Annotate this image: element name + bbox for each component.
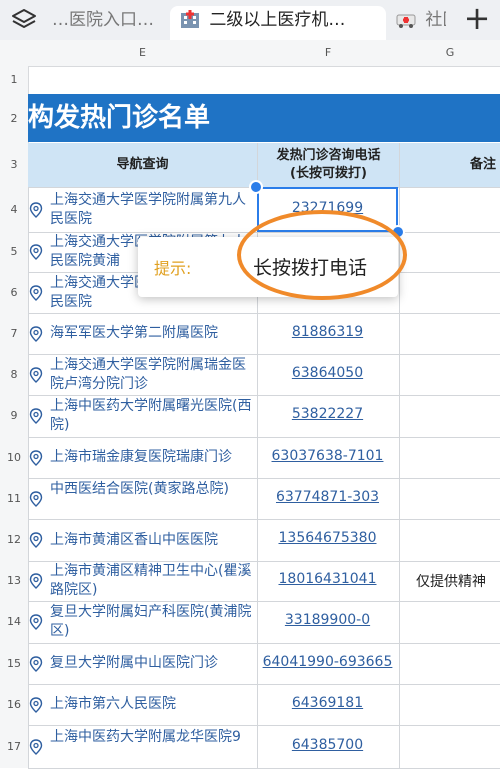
tab-label: …医院入口…: [52, 10, 154, 30]
phone-link[interactable]: 13564675380: [257, 530, 398, 546]
phone-link[interactable]: 64369181: [257, 695, 398, 711]
note-cell[interactable]: 仅提供精神: [402, 571, 500, 591]
phone-link[interactable]: 33189900-0: [257, 612, 398, 628]
location-pin-icon[interactable]: [29, 449, 43, 466]
annotation-ring: [237, 210, 407, 300]
grid-line: [28, 519, 500, 520]
tab-community[interactable]: 社区: [396, 6, 446, 40]
row-number[interactable]: 10: [0, 437, 28, 478]
location-pin-icon[interactable]: [29, 614, 43, 630]
grid-line: [28, 395, 500, 396]
column-header-row: E F G: [0, 40, 500, 67]
hospital-name-link[interactable]: 上海交通大学医学院附属第九人民医院: [50, 191, 255, 229]
location-pin-icon[interactable]: [29, 532, 43, 548]
phone-link[interactable]: 64385700: [257, 737, 398, 753]
row-number[interactable]: 3: [0, 143, 28, 187]
hospital-name-link[interactable]: 上海市黄浦区香山中医医院: [50, 531, 255, 550]
row-number[interactable]: 16: [0, 684, 28, 725]
tab-secondary-hospitals[interactable]: 二级以上医疗机…: [170, 6, 386, 40]
tab-hospital-entrance[interactable]: …医院入口…: [52, 6, 164, 40]
hospital-name-link[interactable]: 上海中医药大学附属曙光医院(西院): [50, 397, 255, 435]
location-pin-icon[interactable]: [29, 366, 43, 383]
phone-link[interactable]: 63864050: [257, 365, 398, 381]
hospital-icon: [181, 10, 199, 28]
row-number[interactable]: 5: [0, 232, 28, 272]
location-pin-icon[interactable]: [29, 655, 43, 672]
grid-line: [28, 725, 500, 726]
row-number[interactable]: 15: [0, 643, 28, 684]
phone-link[interactable]: 63774871-303: [257, 489, 398, 505]
tooltip-label: 提示:: [154, 259, 192, 278]
header-nav[interactable]: 导航查询: [28, 143, 257, 187]
grid-line: [28, 643, 500, 644]
hospital-name-link[interactable]: 上海市第六人民医院: [50, 695, 255, 714]
hospital-name-link[interactable]: 上海市黄浦区精神卫生中心(瞿溪路院区): [50, 562, 255, 600]
row-number[interactable]: 1: [0, 66, 28, 94]
row-number[interactable]: 9: [0, 395, 28, 437]
location-pin-icon[interactable]: [29, 696, 43, 713]
phone-link[interactable]: 53822227: [257, 406, 398, 422]
phone-link[interactable]: 64041990-693665: [257, 654, 398, 670]
row-number[interactable]: 2: [0, 94, 28, 143]
hospital-name-link[interactable]: 复旦大学附属中山医院门诊: [50, 654, 255, 673]
selection-handle-top[interactable]: [249, 180, 263, 194]
row-number[interactable]: 12: [0, 519, 28, 561]
tab-bar: …医院入口… 二级以上医疗机… 社区 +: [0, 0, 500, 41]
hospital-name-link[interactable]: 上海市瑞金康复医院瑞康门诊: [50, 448, 255, 467]
hospital-name-link[interactable]: 上海中医药大学附属龙华医院9: [50, 728, 255, 766]
hospital-name-link[interactable]: 复旦大学附属妇产科医院(黄浦院区): [50, 603, 255, 641]
row-number[interactable]: 14: [0, 601, 28, 643]
grid-line: [28, 437, 500, 438]
phone-link[interactable]: 81886319: [257, 324, 398, 340]
location-pin-icon[interactable]: [29, 573, 43, 589]
row-number[interactable]: 6: [0, 272, 28, 313]
grid-line: [28, 313, 500, 314]
row-number[interactable]: 4: [0, 187, 28, 232]
layers-icon[interactable]: [10, 6, 38, 34]
location-pin-icon[interactable]: [29, 408, 43, 424]
row-number[interactable]: 17: [0, 725, 28, 768]
location-pin-icon[interactable]: [29, 284, 43, 301]
column-header-e[interactable]: E: [28, 40, 257, 66]
tab-label: 社区: [425, 10, 446, 30]
phone-link[interactable]: 63037638-7101: [257, 448, 398, 464]
column-header-f[interactable]: F: [257, 40, 399, 66]
phone-link[interactable]: 18016431041: [257, 571, 398, 587]
location-pin-icon[interactable]: [29, 325, 43, 342]
hospital-name-link[interactable]: 上海交通大学医学院附属瑞金医院卢湾分院门诊: [50, 356, 255, 394]
hospital-name-link[interactable]: 中西医结合医院(黄家路总院): [50, 480, 255, 518]
location-pin-icon[interactable]: [29, 738, 43, 755]
row-number[interactable]: 13: [0, 561, 28, 601]
header-phone[interactable]: 发热门诊咨询电话 (长按可拨打): [258, 143, 399, 187]
tab-label: 二级以上医疗机…: [209, 10, 346, 30]
column-header-g[interactable]: G: [400, 40, 500, 66]
header-note[interactable]: 备注: [400, 143, 500, 187]
hospital-name-link[interactable]: 海军军医大学第二附属医院: [50, 324, 255, 343]
grid-line: [28, 684, 500, 685]
row-number[interactable]: 7: [0, 313, 28, 354]
grid-line: [28, 601, 500, 602]
sheet-title: 构发热门诊名单: [28, 103, 211, 133]
row-number[interactable]: 8: [0, 354, 28, 395]
location-pin-icon[interactable]: [29, 244, 43, 260]
add-tab-button[interactable]: +: [460, 2, 494, 36]
ambulance-icon: [396, 14, 416, 28]
row-number[interactable]: 11: [0, 478, 28, 519]
location-pin-icon[interactable]: [29, 490, 43, 507]
location-pin-icon[interactable]: [29, 201, 43, 218]
